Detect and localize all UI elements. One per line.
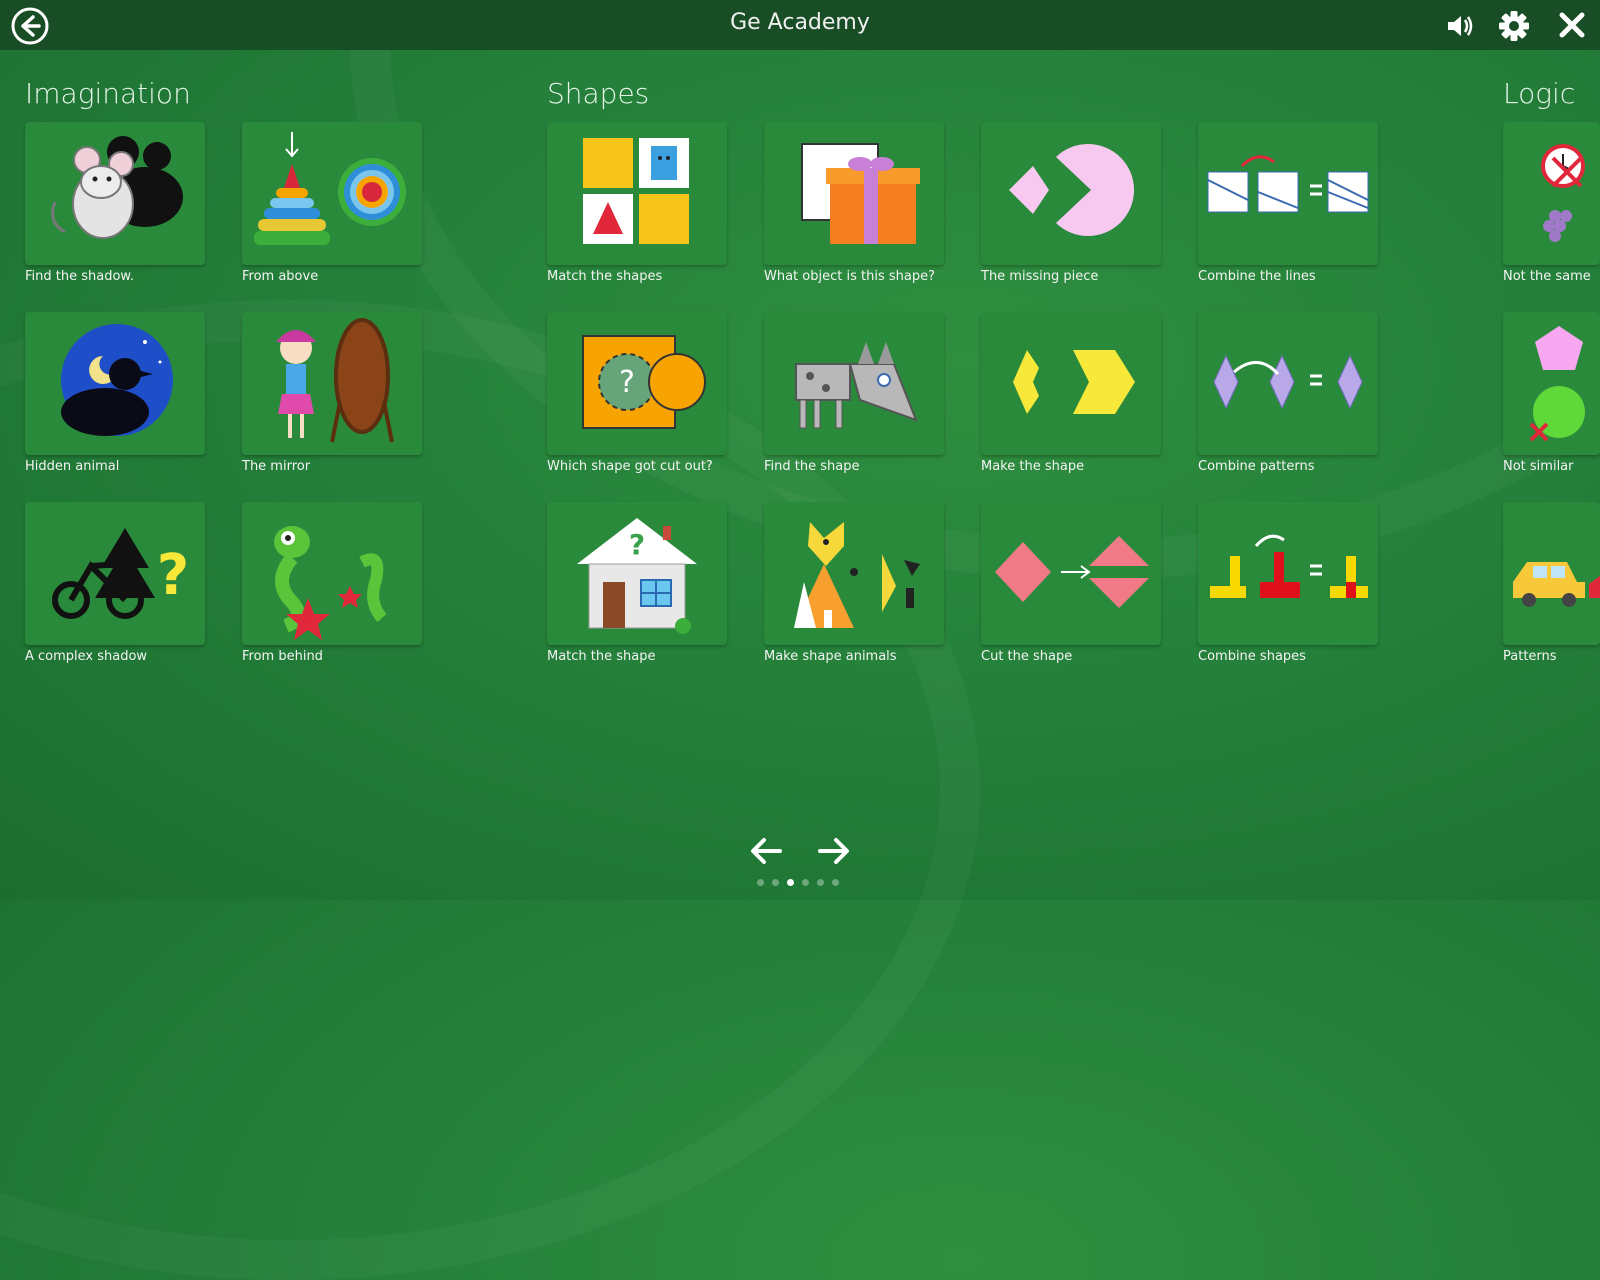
page-dot-5[interactable] xyxy=(817,879,824,886)
girl-mirror-icon xyxy=(276,318,394,443)
page-dot-2[interactable] xyxy=(772,879,779,886)
card-combine-patterns[interactable] xyxy=(1198,312,1378,455)
house-icon: ? xyxy=(577,518,697,634)
sound-button[interactable] xyxy=(1440,6,1480,46)
card-label: A complex shadow xyxy=(25,649,148,664)
card-from-behind[interactable] xyxy=(242,502,422,645)
card-label: Make shape animals xyxy=(764,649,897,664)
card-label: Combine shapes xyxy=(1198,649,1306,664)
card-which-shape-got-cut-out[interactable]: ? xyxy=(547,312,727,455)
card-label: Match the shapes xyxy=(547,269,663,284)
page-dot-1[interactable] xyxy=(757,879,764,886)
page-indicator xyxy=(757,879,839,886)
cutout-question-icon: ? xyxy=(582,335,706,429)
card-what-object-is-this-shape[interactable] xyxy=(764,122,944,265)
page-dot-6[interactable] xyxy=(832,879,839,886)
card-not-the-same[interactable] xyxy=(1503,122,1600,265)
card-make-the-shape[interactable] xyxy=(981,312,1161,455)
arrow-right-icon xyxy=(818,838,849,864)
section-title-logic: Logic xyxy=(1503,77,1576,110)
close-button[interactable] xyxy=(1553,6,1593,46)
card-match-the-shapes[interactable] xyxy=(547,122,727,265)
svg-text:?: ? xyxy=(619,365,635,400)
clock-grapes-icon xyxy=(1541,144,1585,242)
card-label: What object is this shape? xyxy=(764,269,935,284)
card-patterns[interactable] xyxy=(1503,502,1600,645)
card-label: The missing piece xyxy=(981,269,1099,284)
shape-tiles-icon xyxy=(583,138,689,244)
card-not-similar[interactable] xyxy=(1503,312,1600,455)
yellow-hexagon-pieces-icon xyxy=(1013,350,1135,414)
card-make-shape-animals[interactable] xyxy=(764,502,944,645)
page-dot-3[interactable] xyxy=(787,879,794,886)
card-label: Find the shadow. xyxy=(25,269,134,284)
pacman-shape-icon xyxy=(1009,144,1135,236)
pentagon-circle-icon xyxy=(1529,326,1585,442)
card-a-complex-shadow[interactable]: ? xyxy=(25,502,205,645)
shape-dog-icon xyxy=(795,342,918,429)
card-label: Hidden animal xyxy=(25,459,120,474)
card-label: Combine the lines xyxy=(1198,269,1316,284)
card-label: From behind xyxy=(242,649,323,664)
combine-lines-icon xyxy=(1207,155,1369,213)
card-from-above[interactable] xyxy=(242,122,422,265)
card-label: Not the same xyxy=(1503,269,1591,284)
card-label: Which shape got cut out? xyxy=(547,459,713,474)
gift-box-icon xyxy=(801,143,920,244)
previous-page-button[interactable] xyxy=(748,836,784,866)
page-dot-4[interactable] xyxy=(802,879,809,886)
card-cut-the-shape[interactable] xyxy=(981,502,1161,645)
card-combine-shapes[interactable] xyxy=(1198,502,1378,645)
card-hidden-animal[interactable] xyxy=(25,312,205,455)
night-duck-icon xyxy=(61,324,173,436)
card-the-mirror[interactable] xyxy=(242,312,422,455)
close-icon xyxy=(1559,12,1585,38)
speaker-icon xyxy=(1448,16,1473,36)
card-label: Not similar xyxy=(1503,459,1574,474)
arrow-left-icon xyxy=(751,838,782,864)
card-find-the-shape[interactable] xyxy=(764,312,944,455)
cut-diamond-icon xyxy=(995,536,1149,608)
gear-icon xyxy=(1499,11,1529,41)
seahorse-starfish-icon xyxy=(274,526,387,640)
top-bar: Ge Academy xyxy=(0,0,1600,50)
cars-pattern-icon xyxy=(1513,562,1600,607)
card-match-the-shape[interactable]: ? xyxy=(547,502,727,645)
card-label: Patterns xyxy=(1503,649,1557,664)
svg-text:?: ? xyxy=(157,543,189,608)
app-title: Ge Academy xyxy=(730,10,870,35)
card-label: Make the shape xyxy=(981,459,1085,474)
card-combine-the-lines[interactable] xyxy=(1198,122,1378,265)
bike-tree-shadow-icon: ? xyxy=(52,528,189,619)
combine-shapes-icon xyxy=(1210,534,1368,598)
ring-pyramid-icon xyxy=(254,132,406,245)
mouse-shadow-icon xyxy=(51,136,183,239)
card-the-missing-piece[interactable] xyxy=(981,122,1161,265)
combine-patterns-icon xyxy=(1213,354,1363,410)
card-label: Combine patterns xyxy=(1198,459,1315,474)
card-label: From above xyxy=(242,269,319,284)
settings-button[interactable] xyxy=(1494,6,1534,46)
card-label: Find the shape xyxy=(764,459,860,474)
next-page-button[interactable] xyxy=(816,836,852,866)
svg-text:?: ? xyxy=(629,528,645,561)
card-find-the-shadow[interactable] xyxy=(25,122,205,265)
card-label: Match the shape xyxy=(547,649,656,664)
card-label: The mirror xyxy=(242,459,311,474)
section-title-imagination: Imagination xyxy=(25,77,191,110)
card-label: Cut the shape xyxy=(981,649,1073,664)
section-title-shapes: Shapes xyxy=(547,77,650,110)
shape-fox-icon xyxy=(794,522,920,628)
